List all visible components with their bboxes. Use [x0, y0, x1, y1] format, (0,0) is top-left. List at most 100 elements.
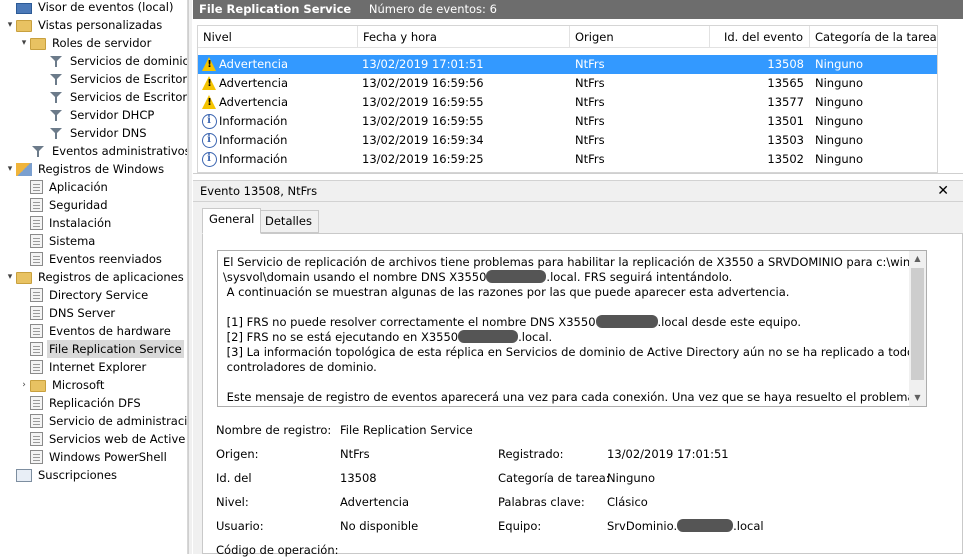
level-cell: Información: [219, 152, 288, 166]
tree-item[interactable]: Suscripciones: [4, 466, 119, 484]
user-label: Usuario:: [216, 519, 264, 533]
level-cell: Advertencia: [219, 57, 289, 71]
level-cell: Información: [219, 114, 288, 128]
tree-item[interactable]: DNS Server: [18, 304, 117, 322]
tree-item[interactable]: Visor de eventos (local): [4, 0, 175, 16]
tree-item[interactable]: ▾ Roles de servidor: [18, 34, 153, 52]
tree-item[interactable]: Servidor DNS: [36, 124, 149, 142]
table-row[interactable]: Información 13/02/2019 16:59:25 NtFrs 13502…: [198, 150, 937, 169]
tree-item[interactable]: Windows PowerShell: [18, 448, 169, 466]
tree-item[interactable]: Servicios de Escritorio: [36, 88, 187, 106]
task-category-value: Ninguno: [607, 471, 655, 485]
event-id-cell: 13503: [767, 133, 804, 147]
category-cell: Ninguno: [815, 114, 863, 128]
tree-item-label: Registros de aplicaciones y s: [38, 270, 188, 284]
tree-item[interactable]: ▾ Vistas personalizadas: [4, 16, 164, 34]
log-name-label: Nombre de registro:: [216, 423, 332, 437]
source-cell: NtFrs: [575, 95, 605, 109]
source-cell: NtFrs: [575, 57, 605, 71]
tab-general[interactable]: General: [202, 208, 262, 234]
windows-logs-icon: [16, 162, 32, 176]
expand-chevron-icon[interactable]: ›: [18, 376, 30, 394]
expand-chevron-icon[interactable]: ▾: [18, 34, 30, 52]
tree-item[interactable]: File Replication Service: [18, 340, 184, 358]
tab-details[interactable]: Detalles: [258, 210, 319, 233]
tree-item[interactable]: Replicación DFS: [18, 394, 143, 412]
expand-chevron-icon[interactable]: ▾: [4, 16, 16, 34]
tree-item[interactable]: Servicios de Escritorio: [36, 70, 188, 88]
table-row[interactable]: Advertencia 13/02/2019 17:01:51 NtFrs 13508…: [198, 55, 937, 74]
pane-splitter[interactable]: [188, 0, 192, 554]
description-text: controladores de dominio.: [223, 360, 377, 374]
event-viewer-icon: [16, 2, 32, 14]
category-cell: Ninguno: [815, 76, 863, 90]
computer-value: SrvDominio. .local: [607, 519, 764, 533]
redacted-block: [486, 270, 547, 283]
description-text: El Servicio de replicación de archivos t…: [223, 255, 927, 269]
level-cell: Información: [219, 133, 288, 147]
category-cell: Ninguno: [815, 133, 863, 147]
tree-item[interactable]: Aplicación: [18, 178, 110, 196]
description-text: [3] La información topológica de esta ré…: [223, 345, 927, 359]
table-row[interactable]: Advertencia 13/02/2019 16:59:56 NtFrs 13565…: [198, 74, 937, 93]
table-row[interactable]: Información 13/02/2019 16:59:55 NtFrs 13501…: [198, 112, 937, 131]
column-header-source[interactable]: Origen: [570, 26, 710, 48]
table-row[interactable]: Información 13/02/2019 16:59:34 NtFrs 13503…: [198, 131, 937, 150]
tree-item[interactable]: Internet Explorer: [18, 358, 148, 376]
description-text: A continuación se muestran algunas de la…: [223, 285, 790, 299]
filter-icon: [48, 89, 64, 105]
filter-icon: [48, 125, 64, 141]
description-text: Este mensaje de registro de eventos apar…: [223, 390, 927, 404]
tree-item[interactable]: Instalación: [18, 214, 113, 232]
tree-item[interactable]: › Microsoft: [18, 376, 106, 394]
navigation-tree[interactable]: Visor de eventos (local) ▾ Vistas personal…: [0, 0, 188, 554]
event-id-value: 13508: [340, 471, 377, 485]
event-count: Número de eventos: 6: [368, 2, 497, 16]
close-icon[interactable]: ✕: [937, 181, 949, 201]
events-grid[interactable]: Nivel Fecha y hora Origen Id. del evento…: [197, 25, 938, 173]
source-label: Origen:: [216, 447, 259, 461]
tree-item[interactable]: Servicio de administració: [18, 412, 187, 430]
event-description[interactable]: El Servicio de replicación de archivos t…: [217, 250, 927, 407]
tree-item[interactable]: Servidor DHCP: [36, 106, 156, 124]
tree-item[interactable]: Servicios de dominio: [36, 52, 187, 70]
tree-item[interactable]: ▾ Registros de Windows: [4, 160, 166, 178]
tree-item[interactable]: Seguridad: [18, 196, 110, 214]
tree-item-label: Roles de servidor: [52, 36, 152, 50]
description-line: A continuación se muestran algunas de la…: [223, 285, 908, 300]
description-line: [3] La información topológica de esta ré…: [223, 345, 926, 360]
table-row[interactable]: Advertencia 13/02/2019 16:59:55 NtFrs 13577…: [198, 93, 937, 112]
tree-item[interactable]: Eventos administrativos: [18, 142, 188, 160]
tree-item-label: Eventos administrativos: [52, 144, 188, 158]
tree-item[interactable]: Servicios web de Active D: [18, 430, 187, 448]
description-scrollbar[interactable]: ▲ ▼: [909, 251, 926, 406]
tree-item[interactable]: ▾ Registros de aplicaciones y s: [4, 268, 188, 286]
column-header-event-id[interactable]: Id. del evento: [710, 26, 810, 48]
scroll-up-icon[interactable]: ▲: [909, 251, 926, 267]
level-cell: Advertencia: [219, 95, 289, 109]
tree-item-label: Servicios de Escritorio: [70, 72, 188, 86]
tree-item-label: Eventos reenviados: [49, 252, 162, 266]
scroll-down-icon[interactable]: ▼: [909, 390, 926, 406]
tree-item-label: Internet Explorer: [49, 360, 147, 374]
description-line: controladores de dominio.: [223, 360, 908, 375]
tree-item[interactable]: Sistema: [18, 232, 97, 250]
column-header-category[interactable]: Categoría de la tarea: [810, 26, 939, 48]
tree-item-label: Directory Service: [49, 288, 149, 302]
source-value: NtFrs: [340, 447, 370, 461]
expand-chevron-icon[interactable]: ▾: [4, 268, 16, 286]
expand-chevron-icon[interactable]: ▾: [4, 160, 16, 178]
tree-item[interactable]: Eventos reenviados: [18, 250, 164, 268]
event-id-cell: 13577: [767, 95, 804, 109]
tree-item-label: Visor de eventos (local): [38, 0, 174, 14]
tree-item[interactable]: Eventos de hardware: [18, 322, 173, 340]
tree-item-label: Aplicación: [49, 180, 108, 194]
tree-item[interactable]: Directory Service: [18, 286, 150, 304]
column-header-datetime[interactable]: Fecha y hora: [358, 26, 570, 48]
column-header-level[interactable]: Nivel: [198, 26, 358, 48]
scrollbar-thumb[interactable]: [911, 268, 924, 380]
